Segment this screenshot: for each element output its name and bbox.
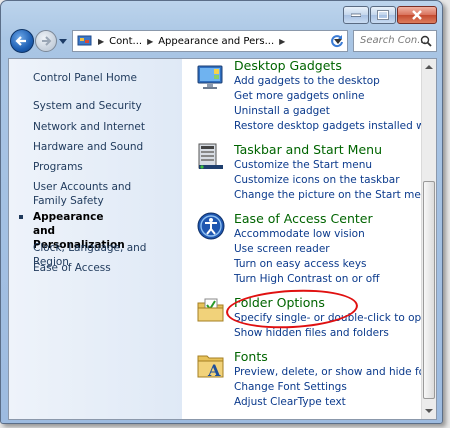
forward-arrow-icon — [42, 36, 52, 46]
breadcrumb-separator-icon[interactable]: ▶ — [147, 37, 153, 46]
folder-options-icon — [197, 298, 224, 322]
selected-bullet-icon — [19, 215, 23, 219]
sidebar: Control Panel Home System and Security N… — [9, 59, 182, 419]
control-panel-window: ▶ Cont... ▶ Appearance and Pers... ▶ Sea… — [0, 0, 443, 424]
sidebar-item-ease-of-access[interactable]: Ease of Access — [33, 261, 111, 275]
minimize-icon — [351, 13, 361, 17]
task-link[interactable]: Change Font Settings — [234, 380, 436, 395]
task-link[interactable]: Customize icons on the taskbar — [234, 173, 434, 188]
close-button[interactable] — [397, 6, 437, 24]
task-link[interactable]: Turn High Contrast on or off — [234, 272, 379, 287]
breadcrumb-appearance[interactable]: Appearance and Pers... — [158, 36, 274, 47]
search-icon[interactable] — [420, 35, 432, 47]
sidebar-item-system-security[interactable]: System and Security — [33, 99, 142, 113]
maximize-button[interactable] — [370, 6, 396, 24]
task-link[interactable]: Uninstall a gadget — [234, 104, 436, 119]
close-icon — [412, 10, 422, 20]
category-fonts: Fonts Preview, delete, or show and hide … — [234, 349, 436, 410]
task-link[interactable]: Get more gadgets online — [234, 89, 436, 104]
scrollbar-thumb[interactable] — [423, 181, 435, 399]
ease-of-access-icon — [197, 212, 225, 240]
back-button[interactable] — [10, 29, 34, 53]
category-title[interactable]: Desktop Gadgets — [234, 59, 436, 74]
sidebar-item-network-internet[interactable]: Network and Internet — [33, 120, 145, 134]
category-ease-of-access-center: Ease of Access Center Accommodate low vi… — [234, 211, 379, 287]
task-link[interactable]: Customize the Start menu — [234, 158, 434, 173]
task-link[interactable]: Turn on easy access keys — [234, 257, 379, 272]
fonts-icon: A — [197, 355, 224, 380]
maximize-icon — [377, 10, 389, 20]
sidebar-item-programs[interactable]: Programs — [33, 160, 83, 174]
history-dropdown-icon[interactable] — [59, 37, 67, 45]
category-title[interactable]: Ease of Access Center — [234, 211, 379, 227]
category-title[interactable]: Taskbar and Start Menu — [234, 142, 434, 158]
forward-button[interactable] — [35, 30, 57, 52]
breadcrumb-separator-icon: ▶ — [98, 36, 105, 46]
search-placeholder: Search Con... — [360, 35, 427, 46]
category-title[interactable]: Fonts — [234, 349, 436, 365]
minimize-button[interactable] — [343, 6, 369, 24]
task-link[interactable]: Add gadgets to the desktop — [234, 74, 436, 89]
content-area: Control Panel Home System and Security N… — [8, 58, 437, 420]
task-link[interactable]: Preview, delete, or show and hide fonts — [234, 365, 436, 380]
main-panel: Desktop Gadgets Add gadgets to the deskt… — [182, 59, 436, 419]
control-panel-icon — [77, 35, 92, 46]
refresh-icon — [331, 35, 343, 48]
sidebar-item-control-panel-home[interactable]: Control Panel Home — [33, 71, 137, 85]
breadcrumb-separator-icon[interactable]: ▶ — [279, 37, 285, 46]
scroll-up-arrow-icon[interactable] — [425, 63, 433, 71]
back-arrow-icon — [15, 36, 26, 46]
gadgets-icon — [197, 65, 223, 89]
task-link[interactable]: Show hidden files and folders — [234, 326, 434, 341]
category-desktop-gadgets: Desktop Gadgets Add gadgets to the deskt… — [234, 59, 436, 134]
navigation-bar: ▶ Cont... ▶ Appearance and Pers... ▶ Sea… — [8, 29, 437, 55]
sidebar-item-hardware-sound[interactable]: Hardware and Sound — [33, 140, 143, 154]
vertical-scrollbar[interactable] — [421, 59, 436, 419]
taskbar-icon — [198, 143, 223, 169]
category-taskbar-start-menu: Taskbar and Start Menu Customize the Sta… — [234, 142, 434, 203]
task-link[interactable]: Use screen reader — [234, 242, 379, 257]
refresh-button[interactable] — [326, 30, 348, 52]
scroll-down-arrow-icon[interactable] — [425, 407, 433, 415]
task-link[interactable]: Restore desktop gadgets installed with — [234, 119, 436, 134]
task-link[interactable]: Accommodate low vision — [234, 227, 379, 242]
task-link[interactable]: Change the picture on the Start menu — [234, 188, 434, 203]
search-input[interactable]: Search Con... — [353, 30, 437, 52]
address-bar[interactable]: ▶ Cont... ▶ Appearance and Pers... ▶ — [72, 30, 348, 52]
svg-text:A: A — [207, 361, 221, 380]
breadcrumb-control-panel[interactable]: Cont... — [109, 36, 142, 47]
title-buttons — [342, 6, 437, 26]
task-link[interactable]: Adjust ClearType text — [234, 395, 436, 410]
sidebar-item-user-accounts[interactable]: User Accounts and Family Safety — [33, 180, 143, 208]
